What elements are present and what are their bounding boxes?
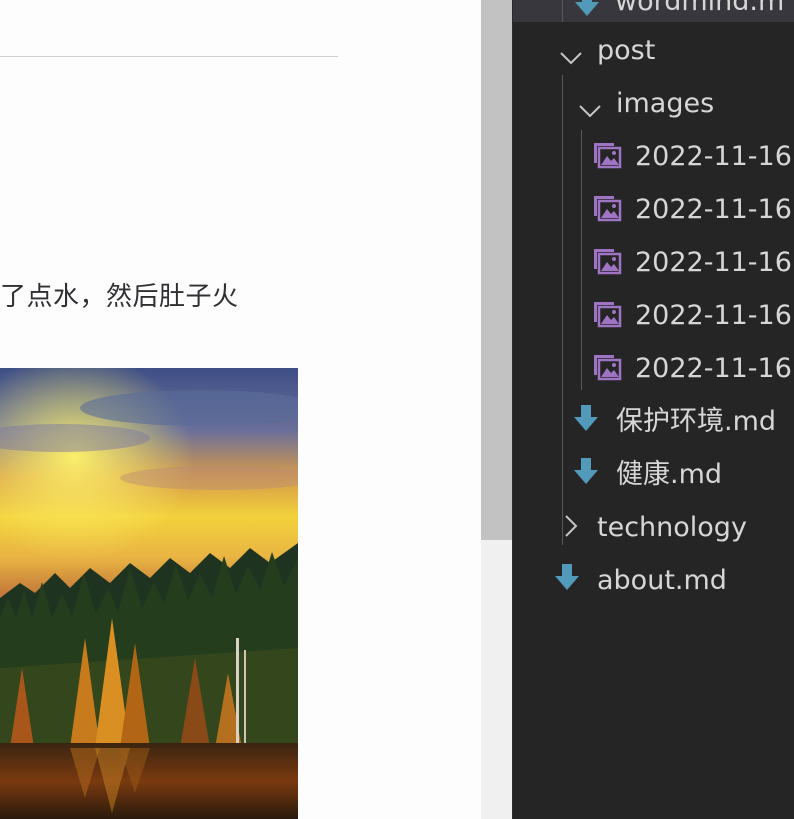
horizontal-rule <box>0 56 338 57</box>
chevron-right-icon <box>564 514 578 545</box>
tree-item-label: 保护环境.md <box>616 406 777 437</box>
markdown-down-arrow-icon <box>574 405 598 440</box>
tree-item-markdown-file[interactable]: 保护环境.md <box>513 396 794 448</box>
tree-item-label: 2022-11-16 <box>635 300 792 331</box>
chevron-down-icon <box>559 41 583 72</box>
tree-item-image-file[interactable]: 2022-11-16 <box>513 290 794 342</box>
tree-item-markdown-file[interactable]: 健康.md <box>513 449 794 501</box>
image-file-icon <box>592 353 622 388</box>
tree-item-label: wordmind.m <box>615 0 785 17</box>
tree-item-label: post <box>597 35 656 66</box>
scrollbar-thumb[interactable] <box>481 0 513 540</box>
tree-item-label: 健康.md <box>616 459 723 490</box>
tree-item-image-file[interactable]: 2022-11-16 <box>513 343 794 395</box>
tree-item-label: 2022-11-16 <box>635 194 792 225</box>
tree-item-post[interactable]: post <box>513 25 794 77</box>
markdown-down-arrow-icon <box>574 458 598 493</box>
preview-image <box>0 368 298 819</box>
file-explorer: wordmind.m post images 2022-11-16 2022-1… <box>513 0 794 819</box>
tree-item-image-file[interactable]: 2022-11-16 <box>513 184 794 236</box>
markdown-down-arrow-icon <box>575 0 599 25</box>
tree-item-label: 2022-11-16 <box>635 247 792 278</box>
tree-item-image-file[interactable]: 2022-11-16 <box>513 237 794 289</box>
markdown-down-arrow-icon <box>555 564 579 599</box>
image-file-icon <box>592 300 622 335</box>
chevron-down-icon <box>578 94 602 125</box>
markdown-preview: 了点水，然后肚子火 <box>0 0 481 819</box>
preview-paragraph: 了点水，然后肚子火 <box>0 282 239 312</box>
tree-item-technology[interactable]: technology <box>513 502 794 554</box>
tree-item-wordmind[interactable]: wordmind.m <box>513 0 794 28</box>
tree-item-markdown-file[interactable]: about.md <box>513 555 794 607</box>
tree-item-label: about.md <box>597 565 727 596</box>
tree-item-image-file[interactable]: 2022-11-16 <box>513 131 794 183</box>
image-file-icon <box>592 194 622 229</box>
image-file-icon <box>592 247 622 282</box>
image-file-icon <box>592 141 622 176</box>
tree-item-label: 2022-11-16 <box>635 353 792 384</box>
tree-item-label: images <box>616 88 715 119</box>
tree-item-label: technology <box>597 512 747 543</box>
preview-scrollbar[interactable] <box>481 0 514 819</box>
tree-item-label: 2022-11-16 <box>635 141 792 172</box>
tree-item-images[interactable]: images <box>513 78 794 130</box>
